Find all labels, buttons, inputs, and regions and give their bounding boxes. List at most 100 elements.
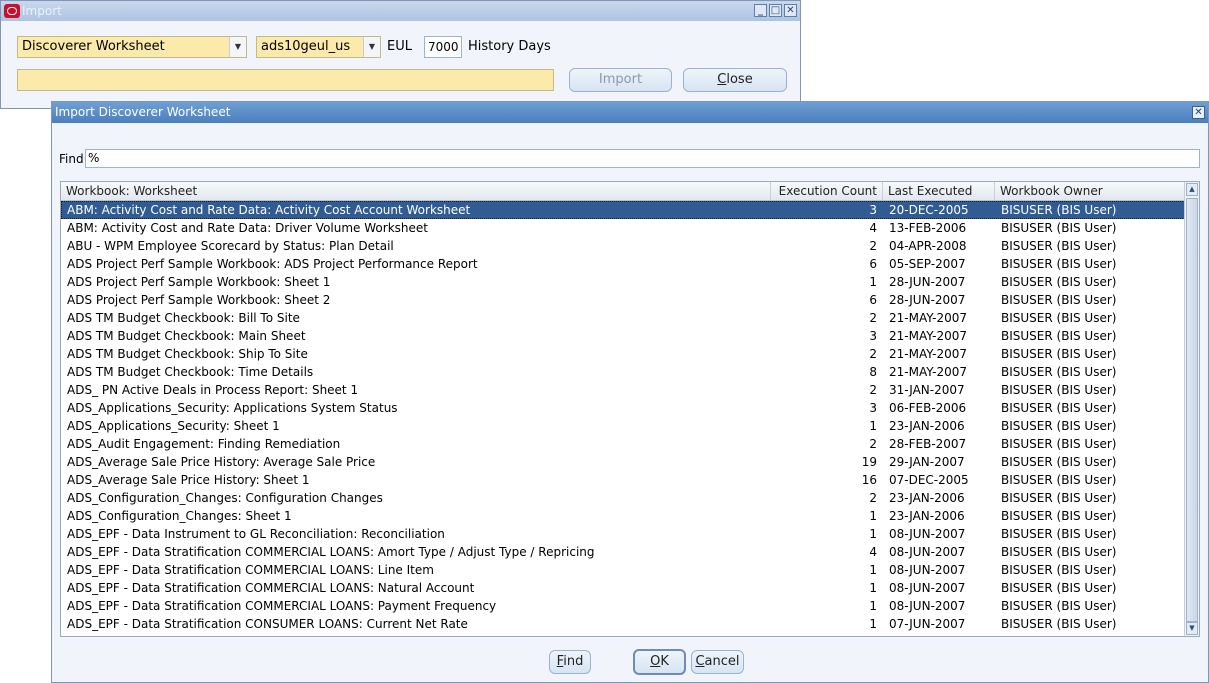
table-row[interactable]: ADS_Applications_Security: Applications …	[61, 399, 1185, 417]
type-select[interactable]: Discoverer Worksheet ▼	[17, 36, 247, 58]
cell-last-executed: 21-MAY-2007	[889, 365, 968, 379]
import-button[interactable]: Import	[569, 68, 672, 92]
table-row[interactable]: ADS_Average Sale Price History: Sheet 1 1…	[61, 471, 1185, 489]
cell-workbook-owner: BISUSER (BIS User)	[1001, 311, 1117, 325]
column-header-worksheet[interactable]: Workbook: Worksheet	[61, 182, 771, 200]
close-button-label: lose	[726, 72, 753, 87]
cell-workbook-owner: BISUSER (BIS User)	[1001, 365, 1117, 379]
table-row[interactable]: ABM: Activity Cost and Rate Data: Activi…	[61, 201, 1185, 219]
table-row[interactable]: ADS_EPF - Data Stratification COMMERCIAL…	[61, 561, 1185, 579]
scroll-down-icon[interactable]: ▼	[1186, 622, 1198, 635]
cell-last-executed: 28-JUN-2007	[889, 293, 966, 307]
cancel-button-accesskey: C	[695, 654, 705, 669]
cell-worksheet: ADS_EPF - Data Stratification CONSUMER L…	[67, 617, 468, 631]
cell-worksheet: ADS_ PN Active Deals in Process Report: …	[67, 383, 359, 397]
table-row[interactable]: ADS_Configuration_Changes: Configuration…	[61, 489, 1185, 507]
table-row[interactable]: ADS Project Perf Sample Workbook: ADS Pr…	[61, 255, 1185, 273]
maximize-icon[interactable]: □	[769, 4, 782, 17]
table-row[interactable]: ADS Project Perf Sample Workbook: Sheet …	[61, 291, 1185, 309]
cell-execution-count: 2	[869, 491, 877, 505]
cell-last-executed: 28-FEB-2007	[889, 437, 967, 451]
cell-workbook-owner: BISUSER (BIS User)	[1001, 599, 1117, 613]
ok-button-accesskey: O	[650, 654, 661, 669]
table-row[interactable]: ADS TM Budget Checkbook: Bill To Site 2 21…	[61, 309, 1185, 327]
table-row[interactable]: ADS TM Budget Checkbook: Main Sheet 3 21-M…	[61, 327, 1185, 345]
table-body: ABM: Activity Cost and Rate Data: Activi…	[61, 201, 1185, 633]
cell-worksheet: ADS_Audit Engagement: Finding Remediatio…	[67, 437, 341, 451]
cell-last-executed: 04-APR-2008	[889, 239, 967, 253]
table-row[interactable]: ABM: Activity Cost and Rate Data: Driver…	[61, 219, 1185, 237]
table-row[interactable]: ADS_Average Sale Price History: Average …	[61, 453, 1185, 471]
cell-worksheet: ADS_Average Sale Price History: Sheet 1	[67, 473, 310, 487]
scrollbar-thumb[interactable]	[1186, 198, 1198, 622]
cell-execution-count: 8	[869, 365, 877, 379]
cell-last-executed: 28-JUN-2007	[889, 275, 966, 289]
cell-workbook-owner: BISUSER (BIS User)	[1001, 239, 1117, 253]
history-days-input[interactable]: 7000	[424, 36, 462, 58]
ok-button[interactable]: OK	[633, 649, 686, 675]
cell-execution-count: 2	[869, 437, 877, 451]
table-row[interactable]: ADS_EPF - Data Stratification COMMERCIAL…	[61, 597, 1185, 615]
table-row[interactable]: ADS_Applications_Security: Sheet 1 1 23-JA…	[61, 417, 1185, 435]
cell-execution-count: 1	[869, 617, 877, 631]
cell-workbook-owner: BISUSER (BIS User)	[1001, 563, 1117, 577]
minimize-icon[interactable]: _	[754, 4, 767, 17]
cancel-button-label: ancel	[704, 654, 740, 669]
cell-last-executed: 23-JAN-2006	[889, 509, 965, 523]
worksheet-table: Workbook: Worksheet Execution Count Last…	[60, 181, 1200, 637]
table-row[interactable]: ADS_EPF - Data Stratification COMMERCIAL…	[61, 543, 1185, 561]
cell-last-executed: 08-JUN-2007	[889, 563, 966, 577]
cell-workbook-owner: BISUSER (BIS User)	[1001, 455, 1117, 469]
cell-execution-count: 3	[869, 203, 877, 217]
find-input[interactable]: %	[85, 149, 1200, 168]
table-row[interactable]: ADS_EPF - Data Stratification COMMERCIAL…	[61, 579, 1185, 597]
cell-execution-count: 6	[869, 293, 877, 307]
table-row[interactable]: ADS_Configuration_Changes: Sheet 1 1 23-JA…	[61, 507, 1185, 525]
column-header-last-executed[interactable]: Last Executed	[883, 182, 995, 200]
cell-last-executed: 21-MAY-2007	[889, 311, 968, 325]
table-row[interactable]: ADS_ PN Active Deals in Process Report: …	[61, 381, 1185, 399]
column-header-execution-count[interactable]: Execution Count	[771, 182, 883, 200]
cell-workbook-owner: BISUSER (BIS User)	[1001, 347, 1117, 361]
table-row[interactable]: ADS_EPF - Data Stratification CONSUMER L…	[61, 615, 1185, 633]
cell-workbook-owner: BISUSER (BIS User)	[1001, 383, 1117, 397]
cell-workbook-owner: BISUSER (BIS User)	[1001, 509, 1117, 523]
eul-select[interactable]: ads10geul_us ▼	[256, 36, 381, 58]
chevron-down-icon[interactable]: ▼	[229, 37, 246, 57]
close-icon[interactable]: ✕	[1192, 106, 1205, 119]
vertical-scrollbar[interactable]: ▲ ▼	[1184, 182, 1199, 636]
cell-last-executed: 07-DEC-2005	[889, 473, 969, 487]
cell-execution-count: 1	[869, 581, 877, 595]
cell-worksheet: ADS_EPF - Data Instrument to GL Reconcil…	[67, 527, 445, 541]
table-row[interactable]: ADS_Audit Engagement: Finding Remediatio…	[61, 435, 1185, 453]
close-button-accesskey: C	[717, 72, 727, 87]
dialog-titlebar[interactable]: Import Discoverer Worksheet ✕	[52, 102, 1208, 123]
import-worksheet-dialog: Import Discoverer Worksheet ✕ Find % Wor…	[51, 101, 1209, 683]
find-button[interactable]: Find	[549, 650, 591, 674]
cell-execution-count: 4	[869, 221, 877, 235]
table-row[interactable]: ADS TM Budget Checkbook: Time Details 8 21…	[61, 363, 1185, 381]
scroll-up-icon[interactable]: ▲	[1186, 183, 1198, 196]
chevron-down-icon[interactable]: ▼	[363, 37, 380, 57]
cell-last-executed: 21-MAY-2007	[889, 347, 968, 361]
cell-last-executed: 08-JUN-2007	[889, 581, 966, 595]
import-window-titlebar[interactable]: Import _ □ ✕	[1, 1, 800, 21]
close-button[interactable]: Close	[683, 68, 787, 92]
cell-workbook-owner: BISUSER (BIS User)	[1001, 419, 1117, 433]
table-row[interactable]: ABU - WPM Employee Scorecard by Status: …	[61, 237, 1185, 255]
eul-select-value: ads10geul_us	[261, 39, 351, 54]
table-row[interactable]: ADS Project Perf Sample Workbook: Sheet …	[61, 273, 1185, 291]
cell-last-executed: 31-JAN-2007	[889, 383, 965, 397]
table-row[interactable]: ADS TM Budget Checkbook: Ship To Site 2 21…	[61, 345, 1185, 363]
table-row[interactable]: ADS_EPF - Data Instrument to GL Reconcil…	[61, 525, 1185, 543]
cell-worksheet: ADS_Applications_Security: Applications …	[67, 401, 398, 415]
message-field[interactable]	[17, 69, 554, 91]
cell-workbook-owner: BISUSER (BIS User)	[1001, 329, 1117, 343]
cell-worksheet: ADS Project Perf Sample Workbook: Sheet …	[67, 293, 331, 307]
cell-workbook-owner: BISUSER (BIS User)	[1001, 437, 1117, 451]
column-header-workbook-owner[interactable]: Workbook Owner	[995, 182, 1185, 200]
close-icon[interactable]: ✕	[784, 4, 797, 17]
cancel-button[interactable]: Cancel	[691, 650, 744, 674]
cell-execution-count: 16	[861, 473, 877, 487]
cell-execution-count: 1	[869, 563, 877, 577]
